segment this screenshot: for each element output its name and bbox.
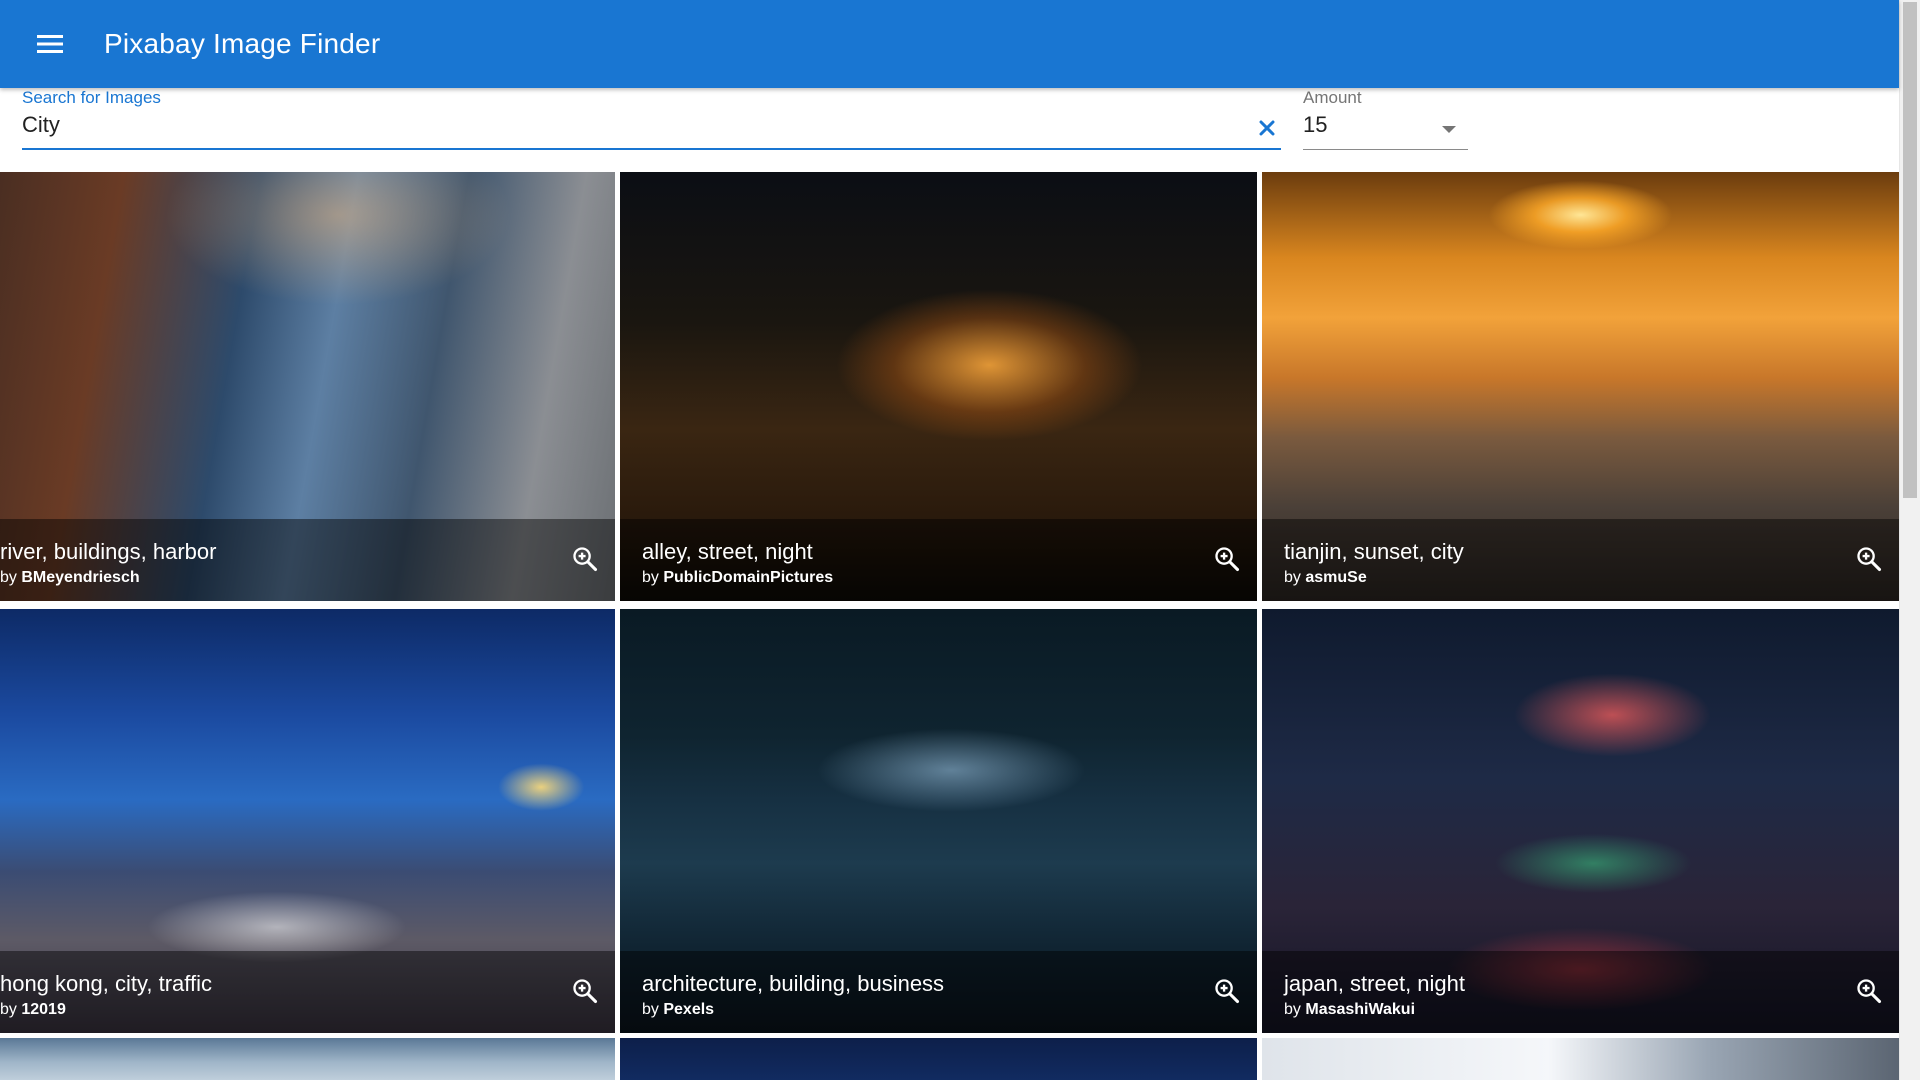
tile-caption-bar: alley, street, night by PublicDomainPict… xyxy=(620,519,1257,601)
image-grid: river, buildings, harbor by BMeyendriesc… xyxy=(0,172,1899,1080)
clear-search-button[interactable] xyxy=(1253,114,1281,142)
menu-button[interactable] xyxy=(20,14,80,74)
search-input[interactable] xyxy=(22,112,1222,138)
zoom-button[interactable] xyxy=(1211,543,1243,575)
image-tile[interactable] xyxy=(1262,1038,1899,1080)
scrollbar-thumb[interactable] xyxy=(1903,2,1917,498)
amount-label: Amount xyxy=(1303,88,1362,107)
tile-title: architecture, building, business xyxy=(642,971,945,996)
zoom-button[interactable] xyxy=(569,543,601,575)
tile-caption-bar: tianjin, sunset, city by asmuSe xyxy=(1262,519,1899,601)
image-tile[interactable]: japan, street, night by MasashiWakui xyxy=(1262,609,1899,1033)
menu-icon xyxy=(37,35,63,53)
dropdown-arrow-icon xyxy=(1442,126,1456,133)
amount-value: 15 xyxy=(1303,112,1328,137)
zoom-in-icon xyxy=(573,547,598,572)
page-scrollbar[interactable] xyxy=(1899,0,1920,1080)
app-bar: Pixabay Image Finder xyxy=(0,0,1899,88)
search-label: Search for Images xyxy=(22,88,161,107)
image-tile[interactable] xyxy=(0,1038,615,1080)
tile-author: by asmuSe xyxy=(1284,569,1367,586)
tile-author: by 12019 xyxy=(0,1001,66,1018)
close-icon xyxy=(1259,120,1275,136)
tile-title: alley, street, night xyxy=(642,539,813,564)
image-tile[interactable]: hong kong, city, traffic by 12019 xyxy=(0,609,615,1033)
zoom-button[interactable] xyxy=(1211,975,1243,1007)
photo xyxy=(620,1038,1257,1080)
photo xyxy=(0,1038,615,1080)
search-toolbar: Search for Images Amount 15 xyxy=(0,88,1899,172)
tile-author: by MasashiWakui xyxy=(1284,1001,1416,1018)
tile-title: hong kong, city, traffic xyxy=(0,971,212,996)
search-underline xyxy=(22,148,1281,150)
tile-title: river, buildings, harbor xyxy=(0,539,217,564)
image-tile[interactable] xyxy=(620,1038,1257,1080)
zoom-in-icon xyxy=(573,979,598,1004)
amount-select[interactable]: Amount 15 xyxy=(1303,88,1468,152)
search-field[interactable]: Search for Images xyxy=(22,88,1281,152)
amount-underline xyxy=(1303,149,1468,150)
tile-caption-bar: river, buildings, harbor by BMeyendriesc… xyxy=(0,519,615,601)
zoom-button[interactable] xyxy=(569,975,601,1007)
image-tile[interactable]: river, buildings, harbor by BMeyendriesc… xyxy=(0,172,615,601)
zoom-in-icon xyxy=(1857,979,1882,1004)
tile-author: by Pexels xyxy=(642,1001,715,1018)
tile-caption-bar: japan, street, night by MasashiWakui xyxy=(1262,951,1899,1033)
tile-author: by PublicDomainPictures xyxy=(642,569,834,586)
zoom-in-icon xyxy=(1215,979,1240,1004)
image-tile[interactable]: architecture, building, business by Pexe… xyxy=(620,609,1257,1033)
zoom-in-icon xyxy=(1215,547,1240,572)
zoom-button[interactable] xyxy=(1853,975,1885,1007)
tile-caption-bar: hong kong, city, traffic by 12019 xyxy=(0,951,615,1033)
zoom-in-icon xyxy=(1857,547,1882,572)
app-title: Pixabay Image Finder xyxy=(104,28,381,59)
zoom-button[interactable] xyxy=(1853,543,1885,575)
image-tile[interactable]: tianjin, sunset, city by asmuSe xyxy=(1262,172,1899,601)
photo xyxy=(1262,1038,1899,1080)
tile-author: by BMeyendriesch xyxy=(0,569,140,586)
image-tile[interactable]: alley, street, night by PublicDomainPict… xyxy=(620,172,1257,601)
tile-title: japan, street, night xyxy=(1284,971,1466,996)
tile-caption-bar: architecture, building, business by Pexe… xyxy=(620,951,1257,1033)
tile-title: tianjin, sunset, city xyxy=(1284,539,1464,564)
